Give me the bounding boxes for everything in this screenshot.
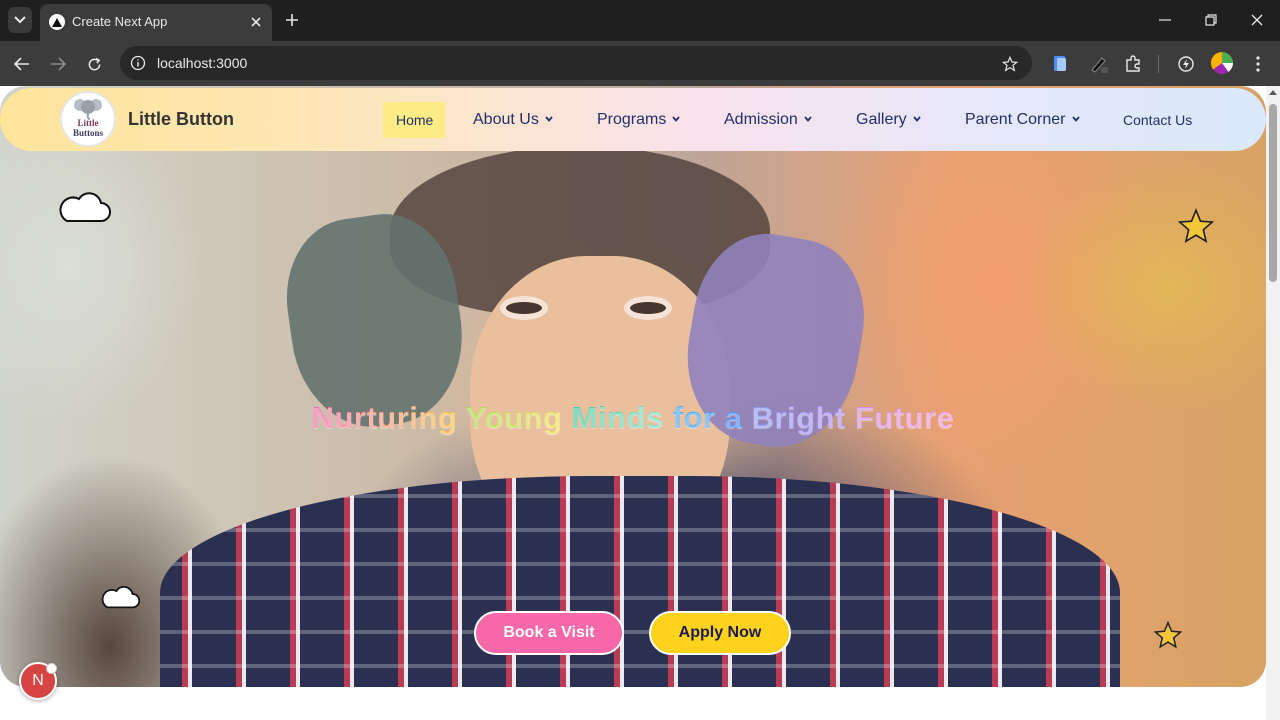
star-icon <box>1154 621 1182 649</box>
close-tab-icon[interactable] <box>247 13 265 31</box>
tab-search-button[interactable] <box>8 7 32 33</box>
browser-tab-bar: Create Next App <box>0 0 1280 41</box>
nav-item-admission[interactable]: Admission <box>724 111 812 129</box>
close-window-button[interactable] <box>1244 8 1270 32</box>
nextjs-favicon-icon <box>49 14 65 30</box>
page-scrollbar[interactable] <box>1266 86 1280 720</box>
page-viewport: Nurturing Young Minds for a Bright Futur… <box>0 86 1266 720</box>
minimize-icon <box>1159 19 1171 21</box>
forward-button[interactable] <box>45 51 71 77</box>
restore-icon <box>1205 14 1217 26</box>
browser-toolbar: localhost:3000 <box>0 41 1280 86</box>
cloud-icon <box>59 192 111 222</box>
svg-text:Little: Little <box>78 118 99 128</box>
brand-name[interactable]: Little Button <box>128 109 234 130</box>
chevron-down-icon <box>1071 116 1080 122</box>
tab-title: Create Next App <box>72 14 168 29</box>
apply-now-button[interactable]: Apply Now <box>649 611 791 655</box>
bookmark-star-icon[interactable] <box>1000 54 1020 74</box>
hero-overlay <box>0 86 1266 687</box>
cloud-icon <box>101 585 140 609</box>
scrollbar-thumb[interactable] <box>1269 104 1277 282</box>
reload-icon <box>88 57 100 70</box>
headline-word: Nurturing <box>311 400 458 435</box>
plus-icon <box>286 14 298 26</box>
restore-window-button[interactable] <box>1198 8 1224 32</box>
extension-pen-icon[interactable] <box>1088 53 1110 75</box>
hero-section: Nurturing Young Minds for a Bright Futur… <box>0 86 1266 687</box>
nav-item-programs[interactable]: Programs <box>597 111 681 129</box>
site-logo[interactable]: Little Buttons <box>60 91 116 147</box>
more-menu-icon[interactable] <box>1247 53 1269 75</box>
browser-tab[interactable]: Create Next App <box>40 4 272 41</box>
nav-item-contact-us[interactable]: Contact Us <box>1123 112 1192 128</box>
svg-text:Buttons: Buttons <box>73 128 104 138</box>
extensions-puzzle-icon[interactable] <box>1122 53 1144 75</box>
headline-word: for <box>672 400 716 435</box>
arrow-left-icon <box>14 57 29 71</box>
extension-docs-icon[interactable] <box>1049 53 1071 75</box>
nav-item-parent-corner[interactable]: Parent Corner <box>965 111 1080 129</box>
back-button[interactable] <box>9 51 35 77</box>
address-bar[interactable]: localhost:3000 <box>120 46 1032 80</box>
headline-word: Bright <box>751 400 846 435</box>
reload-button[interactable] <box>81 51 107 77</box>
site-info-icon[interactable] <box>129 54 147 72</box>
arrow-right-icon <box>51 57 66 71</box>
headline-word: Young <box>465 400 563 435</box>
chevron-down-icon <box>913 116 921 122</box>
star-icon <box>1178 208 1214 244</box>
performance-icon[interactable] <box>1175 53 1197 75</box>
close-icon <box>1251 14 1263 26</box>
nav-item-about-us[interactable]: About Us <box>473 111 553 129</box>
chevron-down-icon <box>672 116 681 122</box>
new-tab-button[interactable] <box>282 10 302 30</box>
dev-indicator-dot <box>46 663 57 674</box>
chevron-down-icon <box>545 116 553 122</box>
hero-headline: Nurturing Young Minds for a Bright Futur… <box>0 400 1266 436</box>
elephant-logo-icon: Little Buttons <box>73 99 104 138</box>
headline-word: a <box>724 400 743 435</box>
nav-item-gallery[interactable]: Gallery <box>856 111 921 129</box>
chevron-down-icon <box>14 16 26 24</box>
toolbar-separator <box>1158 55 1159 73</box>
site-navbar: Little Buttons Little Button Home About … <box>0 88 1266 151</box>
profile-avatar[interactable] <box>1211 52 1233 74</box>
headline-word: Minds <box>571 400 664 435</box>
url-text[interactable]: localhost:3000 <box>157 55 247 71</box>
chevron-down-icon <box>804 116 812 122</box>
scroll-up-arrow-icon[interactable] <box>1269 90 1277 95</box>
nav-item-home[interactable]: Home <box>396 112 433 128</box>
book-a-visit-button[interactable]: Book a Visit <box>474 611 624 655</box>
headline-word: Future <box>854 400 955 435</box>
minimize-window-button[interactable] <box>1152 8 1178 32</box>
